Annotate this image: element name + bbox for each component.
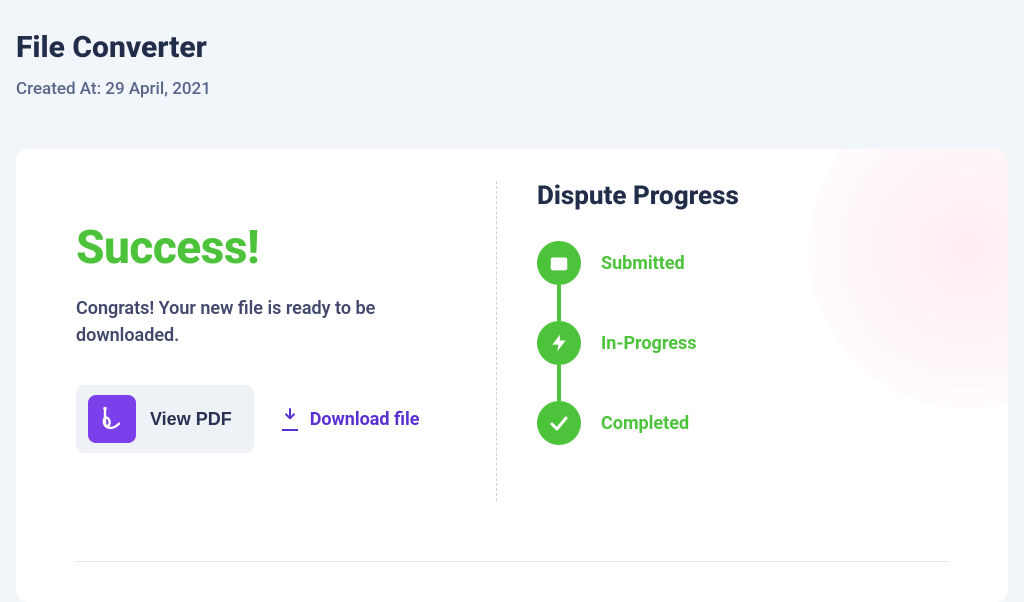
progress-step-submitted: Submitted	[537, 241, 948, 285]
card-divider	[76, 561, 948, 562]
page-subtitle: Created At: 29 April, 2021	[16, 79, 1008, 99]
page-header: File Converter Created At: 29 April, 202…	[0, 0, 1024, 109]
bolt-icon	[537, 321, 581, 365]
progress-step-label: In-Progress	[601, 333, 696, 354]
progress-step-inprogress: In-Progress	[537, 321, 948, 365]
success-message: Congrats! Your new file is ready to be d…	[76, 295, 466, 349]
page-title: File Converter	[16, 30, 1008, 65]
check-icon	[537, 401, 581, 445]
step-connector	[557, 285, 561, 321]
pdf-icon	[88, 395, 136, 443]
download-icon	[282, 407, 298, 431]
progress-step-label: Submitted	[601, 253, 685, 274]
progress-step-label: Completed	[601, 413, 689, 434]
download-file-link[interactable]: Download file	[282, 407, 420, 431]
progress-title: Dispute Progress	[537, 181, 948, 211]
step-connector	[557, 365, 561, 401]
envelope-icon	[537, 241, 581, 285]
main-card: Success! Congrats! Your new file is read…	[16, 149, 1008, 602]
download-file-label: Download file	[310, 409, 420, 430]
success-title: Success!	[76, 221, 466, 275]
view-pdf-button[interactable]: View PDF	[76, 385, 254, 453]
success-panel: Success! Congrats! Your new file is read…	[76, 221, 496, 501]
progress-panel: Dispute Progress Submitted	[497, 181, 948, 501]
progress-step-completed: Completed	[537, 401, 948, 445]
view-pdf-label: View PDF	[150, 409, 232, 430]
